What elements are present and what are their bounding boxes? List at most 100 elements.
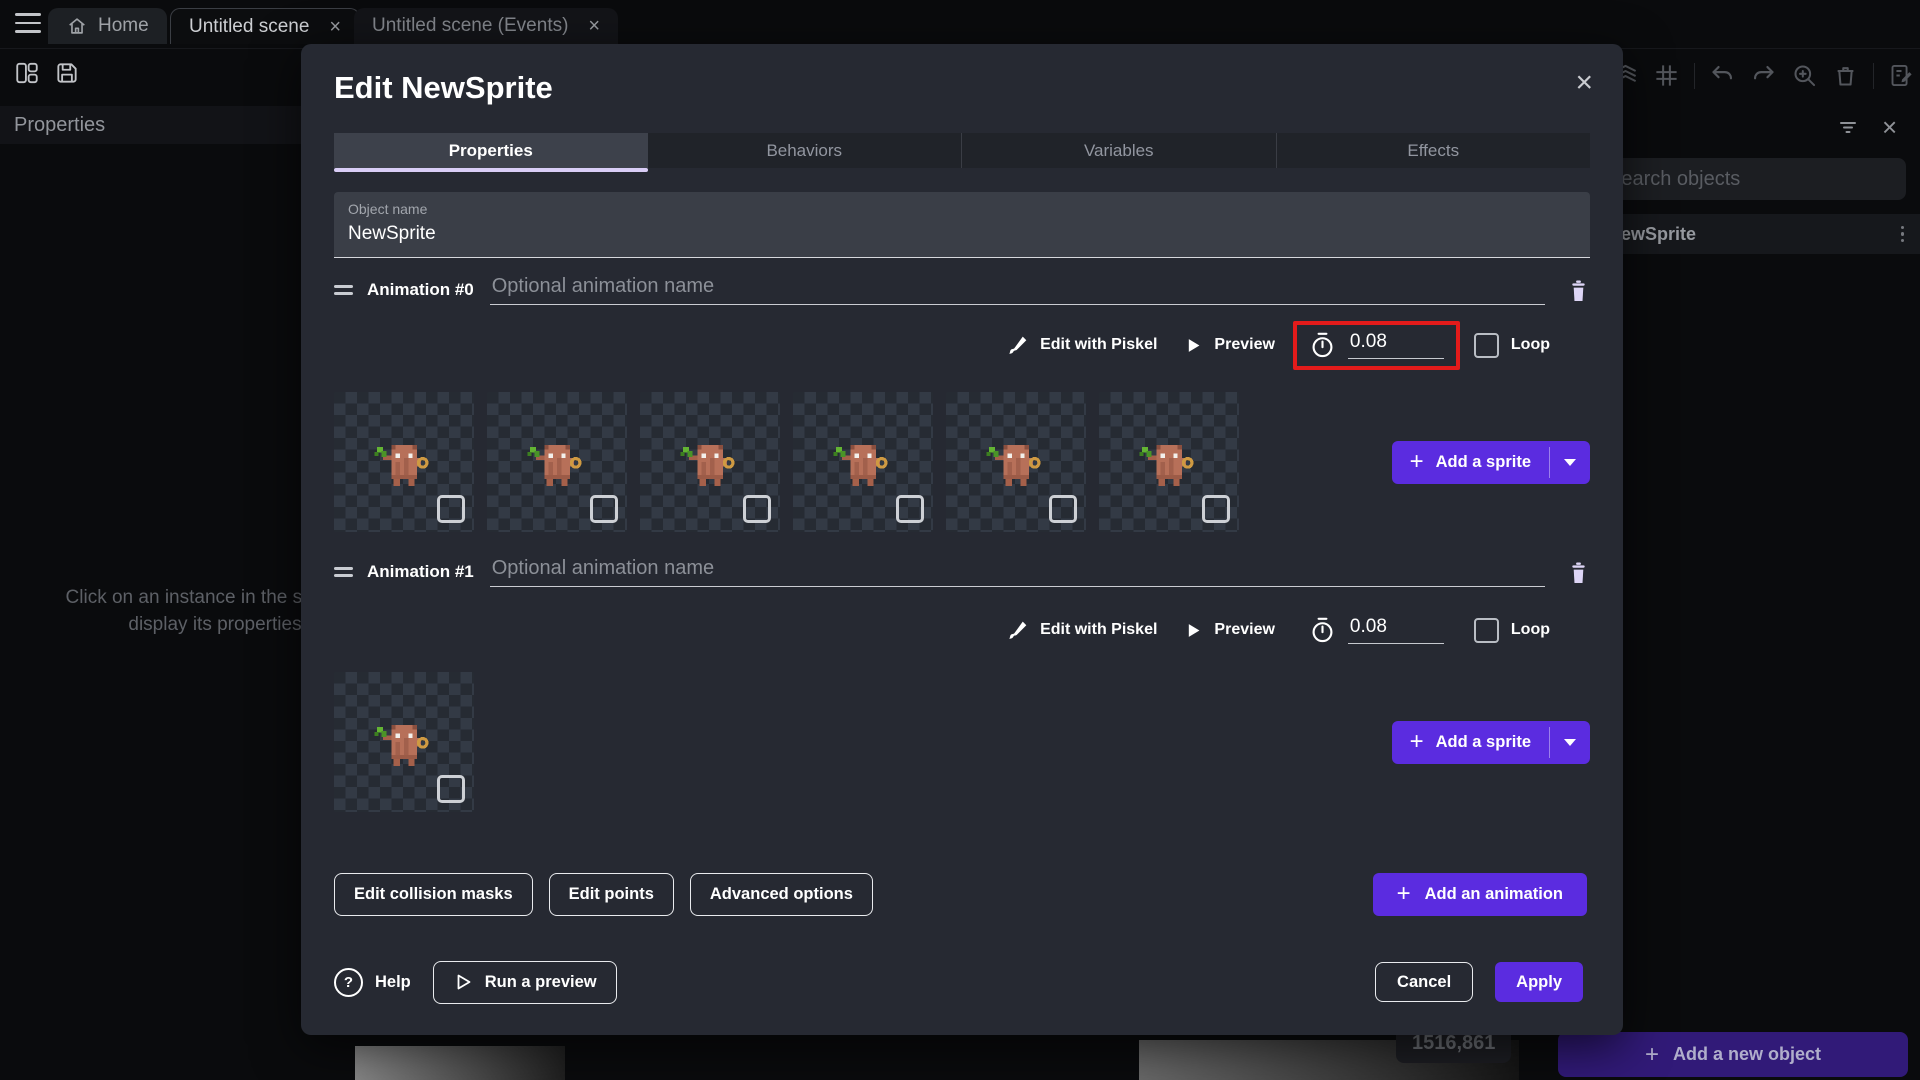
pig-sprite-image [680, 445, 735, 486]
edit-with-piskel-button[interactable]: Edit with Piskel [1007, 620, 1157, 641]
frame-select-checkbox[interactable] [437, 495, 465, 523]
loop-label: Loop [1510, 336, 1550, 353]
add-sprite-button[interactable]: + Add a sprite [1391, 440, 1590, 484]
frame-select-checkbox[interactable] [1202, 495, 1230, 523]
time-between-frames-field-highlighted [1292, 320, 1460, 370]
tab-home[interactable]: Home [48, 8, 167, 44]
play-icon [1185, 622, 1202, 639]
sprite-frame-thumbnail[interactable] [1099, 392, 1239, 532]
stopwatch-icon [1309, 331, 1336, 360]
pig-sprite-image [986, 445, 1041, 486]
add-sprite-dropdown[interactable] [1550, 721, 1590, 764]
brush-icon [1007, 335, 1028, 356]
tab-untitled-scene[interactable]: Untitled scene × [170, 8, 361, 44]
object-name-input[interactable] [348, 223, 1576, 245]
drag-handle-icon[interactable] [334, 285, 353, 295]
main-menu-icon[interactable] [15, 13, 41, 33]
play-outline-icon [453, 972, 473, 992]
delete-animation-button[interactable] [1567, 278, 1590, 303]
close-tab-icon[interactable]: × [588, 16, 600, 36]
loop-checkbox[interactable] [1473, 617, 1499, 643]
dialog-close-icon[interactable]: × [1575, 68, 1593, 98]
tab-variables[interactable]: Variables [961, 133, 1276, 168]
preview-button[interactable]: Preview [1185, 621, 1275, 639]
edit-properties-icon[interactable] [1888, 62, 1915, 89]
redo-icon[interactable] [1750, 62, 1777, 89]
scene-toolbar-right [1612, 62, 1915, 89]
time-between-frames-input[interactable] [1347, 616, 1444, 644]
pig-sprite-image [374, 445, 429, 486]
plus-icon: + [1644, 1040, 1659, 1068]
preview-button[interactable]: Preview [1185, 336, 1275, 354]
frame-select-checkbox[interactable] [896, 495, 924, 523]
edit-points-button[interactable]: Edit points [548, 872, 674, 916]
help-button[interactable]: ? Help [334, 967, 411, 997]
undo-icon[interactable] [1709, 62, 1736, 89]
pig-sprite-image [1139, 445, 1194, 486]
apply-button[interactable]: Apply [1495, 962, 1583, 1002]
animation-1-frames: + Add a sprite [334, 672, 1590, 812]
save-icon[interactable] [54, 60, 80, 86]
tab-properties[interactable]: Properties [334, 133, 648, 172]
sprite-frame-thumbnail[interactable] [946, 392, 1086, 532]
tab-behaviors[interactable]: Behaviors [648, 133, 962, 168]
animation-0-header: Animation #0 [334, 275, 1590, 305]
panels-layout-icon[interactable] [14, 60, 40, 86]
frame-select-checkbox[interactable] [590, 495, 618, 523]
properties-panel-title: Properties [14, 113, 106, 136]
advanced-options-button[interactable]: Advanced options [689, 872, 873, 916]
sprite-frame-thumbnail[interactable] [334, 392, 474, 532]
add-new-object-button[interactable]: + Add a new object [1558, 1032, 1908, 1077]
edit-sprite-dialog: Edit NewSprite × Properties Behaviors Va… [301, 44, 1623, 1035]
brush-icon [1007, 620, 1028, 641]
tab-effects[interactable]: Effects [1275, 133, 1591, 168]
app-window: Home Untitled scene × Untitled scene (Ev… [0, 0, 1920, 1080]
animation-label: Animation #1 [367, 562, 474, 581]
help-icon: ? [334, 967, 363, 997]
search-objects-input[interactable] [1592, 158, 1920, 200]
kebab-menu-icon[interactable] [1900, 225, 1904, 243]
grid-icon[interactable] [1653, 62, 1680, 89]
edit-with-piskel-button[interactable]: Edit with Piskel [1007, 335, 1157, 356]
chevron-down-icon [1564, 458, 1576, 466]
tab-events-label: Untitled scene (Events) [372, 15, 569, 36]
close-tab-icon[interactable]: × [329, 17, 341, 37]
tab-untitled-scene-events[interactable]: Untitled scene (Events) × [354, 8, 619, 44]
filter-icon[interactable] [1836, 115, 1860, 139]
editor-toolbar-left [14, 60, 80, 86]
loop-checkbox[interactable] [1473, 332, 1499, 358]
drag-handle-icon[interactable] [334, 567, 353, 577]
zoom-in-icon[interactable] [1791, 62, 1818, 89]
animation-name-input[interactable] [489, 275, 1545, 305]
plus-icon: + [1409, 448, 1424, 475]
object-name-field: Object name [334, 192, 1590, 258]
frame-select-checkbox[interactable] [437, 775, 465, 803]
properties-panel-header: Properties [0, 106, 322, 144]
animation-name-input[interactable] [489, 557, 1545, 587]
home-icon [66, 15, 88, 37]
time-between-frames-input[interactable] [1347, 331, 1444, 359]
objects-search [1592, 158, 1920, 200]
object-name-label: Object name [348, 201, 428, 217]
animation-1-header: Animation #1 [334, 557, 1590, 587]
edit-collision-masks-button[interactable]: Edit collision masks [334, 872, 533, 916]
frame-select-checkbox[interactable] [1049, 495, 1077, 523]
sprite-frame-thumbnail[interactable] [334, 672, 474, 812]
animation-label: Animation #0 [367, 280, 474, 299]
dialog-tab-bar: Properties Behaviors Variables Effects [334, 133, 1591, 172]
add-animation-button[interactable]: + Add an animation [1372, 872, 1587, 916]
loop-label: Loop [1510, 621, 1550, 638]
close-panel-icon[interactable]: × [1882, 114, 1897, 140]
frame-select-checkbox[interactable] [743, 495, 771, 523]
add-sprite-button[interactable]: + Add a sprite [1391, 720, 1590, 764]
add-sprite-dropdown[interactable] [1550, 441, 1590, 484]
trash-icon[interactable] [1832, 62, 1859, 89]
plus-icon: + [1396, 880, 1411, 907]
dialog-title: Edit NewSprite [334, 70, 553, 105]
sprite-frame-thumbnail[interactable] [487, 392, 627, 532]
sprite-frame-thumbnail[interactable] [640, 392, 780, 532]
cancel-button[interactable]: Cancel [1375, 962, 1474, 1002]
run-preview-button[interactable]: Run a preview [432, 960, 617, 1004]
delete-animation-button[interactable] [1567, 560, 1590, 585]
sprite-frame-thumbnail[interactable] [793, 392, 933, 532]
